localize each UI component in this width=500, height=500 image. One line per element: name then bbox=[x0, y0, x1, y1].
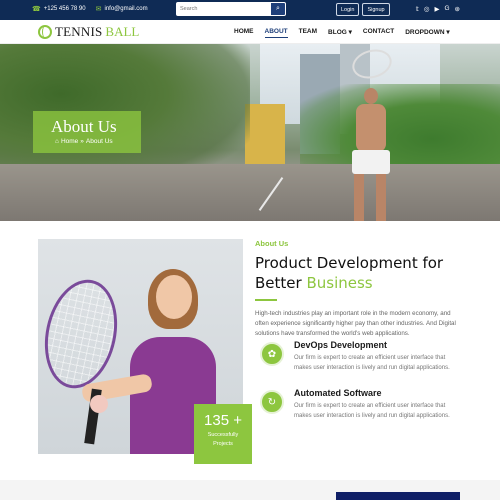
top-bar: ☎ +125 456 78 90 ✉ info@gmail.com ⌕ Logi… bbox=[0, 0, 500, 20]
heading-line1: Product Development for bbox=[255, 254, 444, 272]
nav-item-about[interactable]: ABOUT bbox=[264, 28, 288, 38]
breadcrumb-separator: » bbox=[80, 138, 84, 145]
social-links: 𝕥 ◎ ▶ G ⊛ bbox=[416, 5, 460, 13]
hero-building bbox=[245, 104, 285, 164]
phone-item[interactable]: ☎ +125 456 78 90 bbox=[32, 5, 86, 13]
envelope-icon: ✉ bbox=[95, 6, 102, 13]
logo-text-tennis: TENNIS bbox=[55, 24, 103, 39]
email-text: info@gmail.com bbox=[104, 6, 148, 12]
twitter-icon[interactable]: 𝕥 bbox=[416, 5, 419, 13]
section-paragraph: High-tech industries play an important r… bbox=[255, 310, 456, 337]
page-title: About Us bbox=[51, 117, 117, 136]
email-item[interactable]: ✉ info@gmail.com bbox=[96, 5, 148, 13]
tennis-player-illustration bbox=[340, 84, 400, 221]
next-section-block bbox=[336, 492, 460, 500]
nav-menu: HOME ABOUT TEAM BLOG ▾ CONTACT DROPDOWN … bbox=[234, 28, 450, 38]
section-heading: Product Development for Better Business bbox=[255, 253, 465, 293]
auth-buttons: Login Signup bbox=[336, 3, 390, 16]
hero-court bbox=[0, 164, 500, 221]
nav-item-blog[interactable]: BLOG ▾ bbox=[328, 28, 352, 38]
section-kicker: About Us bbox=[255, 239, 289, 248]
feature-title: Automated Software bbox=[294, 388, 382, 398]
google-icon[interactable]: G bbox=[444, 5, 449, 13]
stat-label-line2: Projects bbox=[213, 441, 233, 447]
feature-title: DevOps Development bbox=[294, 340, 388, 350]
racket-illustration bbox=[38, 272, 127, 396]
projects-stat-box: 135 + Successfully Projects bbox=[194, 404, 252, 464]
signup-button[interactable]: Signup bbox=[362, 3, 390, 16]
nav-item-team[interactable]: TEAM bbox=[299, 28, 317, 38]
tennis-ball-icon bbox=[38, 25, 52, 39]
breadcrumb: ⌂ Home » About Us bbox=[55, 138, 113, 145]
automation-icon: ↻ bbox=[260, 390, 284, 414]
about-section: About Us Product Development for Better … bbox=[255, 239, 465, 339]
instagram-icon[interactable]: ◎ bbox=[424, 5, 430, 13]
devops-icon: ✿ bbox=[260, 342, 284, 366]
feature-desc: Our firm is expert to create an efficien… bbox=[294, 403, 450, 419]
hero-banner: About Us ⌂ Home » About Us bbox=[0, 44, 500, 221]
home-icon: ⌂ bbox=[55, 138, 59, 145]
contact-info: ☎ +125 456 78 90 ✉ info@gmail.com bbox=[32, 5, 148, 13]
search-icon: ⌕ bbox=[276, 5, 280, 12]
heading-highlight: Business bbox=[306, 274, 373, 292]
login-button[interactable]: Login bbox=[336, 3, 360, 16]
breadcrumb-current: About Us bbox=[85, 138, 113, 145]
dribbble-icon[interactable]: ⊛ bbox=[455, 5, 460, 13]
stat-number: 135 + bbox=[204, 412, 242, 429]
heading-line2-pre: Better bbox=[255, 274, 307, 292]
heading-underline bbox=[255, 299, 277, 301]
search-button[interactable]: ⌕ bbox=[270, 2, 286, 16]
nav-item-home[interactable]: HOME bbox=[234, 28, 254, 38]
page-title-box: About Us ⌂ Home » About Us bbox=[33, 111, 141, 153]
breadcrumb-home[interactable]: Home bbox=[61, 138, 78, 145]
logo[interactable]: TENNIS BALL bbox=[38, 24, 139, 40]
phone-icon: ☎ bbox=[32, 6, 41, 13]
youtube-icon[interactable]: ▶ bbox=[434, 5, 439, 13]
nav-item-contact[interactable]: CONTACT bbox=[363, 28, 394, 38]
feature-desc: Our firm is expert to create an efficien… bbox=[294, 355, 450, 371]
logo-text-ball: BALL bbox=[105, 24, 140, 39]
nav-item-dropdown[interactable]: DROPDOWN ▾ bbox=[405, 28, 449, 38]
phone-text: +125 456 78 90 bbox=[43, 6, 86, 12]
search-input[interactable] bbox=[176, 2, 270, 16]
search-bar: ⌕ bbox=[176, 2, 286, 16]
main-nav: TENNIS BALL HOME ABOUT TEAM BLOG ▾ CONTA… bbox=[0, 20, 500, 44]
next-section bbox=[0, 480, 500, 500]
stat-label-line1: Successfully bbox=[207, 432, 239, 438]
